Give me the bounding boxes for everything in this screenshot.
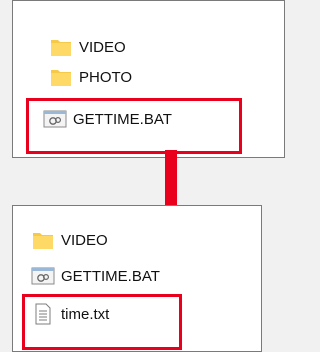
file-item-gettime-bat[interactable]: GETTIME.BAT <box>31 264 160 288</box>
folder-icon <box>49 66 73 88</box>
highlight-box-time-txt <box>22 294 182 350</box>
file-label: VIDEO <box>61 231 108 249</box>
folder-icon <box>49 36 73 58</box>
highlight-box-gettime-bat <box>26 98 242 154</box>
file-label: GETTIME.BAT <box>61 267 160 285</box>
file-label: PHOTO <box>79 68 133 86</box>
file-item-photo[interactable]: PHOTO <box>49 65 132 89</box>
batch-file-icon <box>31 265 55 287</box>
file-item-video[interactable]: VIDEO <box>31 228 108 252</box>
file-item-video[interactable]: VIDEO <box>49 35 126 59</box>
folder-icon <box>31 229 55 251</box>
file-label: VIDEO <box>79 38 126 56</box>
